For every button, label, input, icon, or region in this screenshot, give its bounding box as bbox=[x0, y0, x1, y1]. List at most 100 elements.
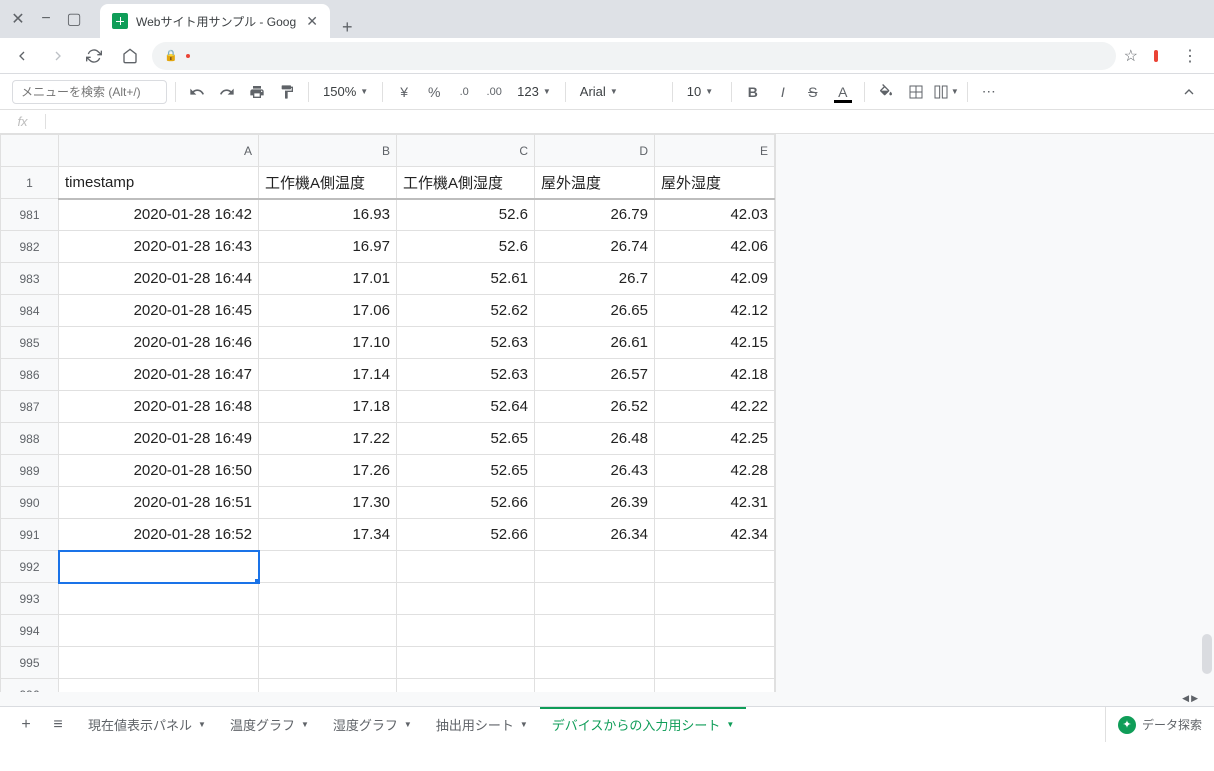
merge-cells-button[interactable]: ▼ bbox=[933, 79, 959, 105]
empty-cell[interactable] bbox=[535, 551, 655, 583]
number-format-dropdown[interactable]: 123▼ bbox=[511, 84, 557, 99]
data-cell[interactable]: 26.7 bbox=[535, 263, 655, 295]
select-all-cell[interactable] bbox=[1, 135, 59, 167]
empty-cell[interactable] bbox=[59, 583, 259, 615]
bold-button[interactable]: B bbox=[740, 79, 766, 105]
window-close-icon[interactable]: ✕ bbox=[12, 13, 24, 25]
data-cell[interactable]: 2020-01-28 16:43 bbox=[59, 231, 259, 263]
data-cell[interactable]: 52.65 bbox=[397, 423, 535, 455]
data-cell[interactable]: 17.22 bbox=[259, 423, 397, 455]
data-cell[interactable]: 26.61 bbox=[535, 327, 655, 359]
column-header[interactable]: B bbox=[259, 135, 397, 167]
data-cell[interactable]: 52.6 bbox=[397, 231, 535, 263]
back-button[interactable] bbox=[8, 42, 36, 70]
redo-button[interactable] bbox=[214, 79, 240, 105]
row-header[interactable]: 989 bbox=[1, 455, 59, 487]
paint-format-button[interactable] bbox=[274, 79, 300, 105]
font-size-dropdown[interactable]: 10▼ bbox=[681, 84, 723, 99]
currency-yen-button[interactable]: ¥ bbox=[391, 79, 417, 105]
reload-button[interactable] bbox=[80, 42, 108, 70]
data-cell[interactable]: 2020-01-28 16:46 bbox=[59, 327, 259, 359]
data-cell[interactable]: 42.09 bbox=[655, 263, 775, 295]
more-toolbar-button[interactable]: ⋯ bbox=[976, 79, 1002, 105]
data-cell[interactable]: 52.66 bbox=[397, 487, 535, 519]
data-cell[interactable]: 52.62 bbox=[397, 295, 535, 327]
data-cell[interactable]: 52.63 bbox=[397, 359, 535, 391]
empty-cell[interactable] bbox=[655, 647, 775, 679]
all-sheets-button[interactable]: ≡ bbox=[44, 711, 72, 739]
row-header[interactable]: 981 bbox=[1, 199, 59, 231]
italic-button[interactable]: I bbox=[770, 79, 796, 105]
data-cell[interactable]: 2020-01-28 16:45 bbox=[59, 295, 259, 327]
data-cell[interactable]: 17.26 bbox=[259, 455, 397, 487]
notification-indicator-icon[interactable] bbox=[1154, 50, 1158, 62]
increase-decimal-button[interactable]: .00 bbox=[481, 79, 507, 105]
zoom-dropdown[interactable]: 150%▼ bbox=[317, 84, 374, 99]
data-cell[interactable]: 2020-01-28 16:44 bbox=[59, 263, 259, 295]
data-cell[interactable]: 17.18 bbox=[259, 391, 397, 423]
data-cell[interactable]: 42.03 bbox=[655, 199, 775, 231]
row-header[interactable]: 995 bbox=[1, 647, 59, 679]
font-family-dropdown[interactable]: Arial▼ bbox=[574, 84, 664, 99]
header-cell[interactable]: 工作機A側温度 bbox=[259, 167, 397, 199]
add-sheet-button[interactable]: + bbox=[12, 711, 40, 739]
empty-cell[interactable] bbox=[259, 647, 397, 679]
empty-cell[interactable] bbox=[397, 551, 535, 583]
header-cell[interactable]: 工作機A側湿度 bbox=[397, 167, 535, 199]
explore-button[interactable]: ✦ データ探索 bbox=[1105, 707, 1202, 742]
data-cell[interactable]: 2020-01-28 16:49 bbox=[59, 423, 259, 455]
data-cell[interactable]: 42.06 bbox=[655, 231, 775, 263]
new-tab-button[interactable]: + bbox=[330, 17, 365, 38]
sheet-tab[interactable]: 現在値表示パネル▼ bbox=[76, 707, 218, 743]
percent-button[interactable]: % bbox=[421, 79, 447, 105]
row-header[interactable]: 985 bbox=[1, 327, 59, 359]
print-button[interactable] bbox=[244, 79, 270, 105]
data-cell[interactable]: 26.34 bbox=[535, 519, 655, 551]
empty-cell[interactable] bbox=[259, 615, 397, 647]
data-cell[interactable]: 26.43 bbox=[535, 455, 655, 487]
home-button[interactable] bbox=[116, 42, 144, 70]
empty-cell[interactable] bbox=[259, 551, 397, 583]
empty-cell[interactable] bbox=[59, 551, 259, 583]
empty-cell[interactable] bbox=[535, 647, 655, 679]
column-header[interactable]: C bbox=[397, 135, 535, 167]
empty-cell[interactable] bbox=[59, 647, 259, 679]
fill-color-button[interactable] bbox=[873, 79, 899, 105]
empty-cell[interactable] bbox=[259, 583, 397, 615]
data-cell[interactable]: 17.10 bbox=[259, 327, 397, 359]
data-cell[interactable]: 2020-01-28 16:50 bbox=[59, 455, 259, 487]
browser-menu-icon[interactable]: ⋮ bbox=[1174, 46, 1206, 66]
row-header[interactable]: 991 bbox=[1, 519, 59, 551]
empty-cell[interactable] bbox=[655, 583, 775, 615]
menu-search-input[interactable] bbox=[12, 80, 167, 104]
row-header[interactable]: 992 bbox=[1, 551, 59, 583]
data-cell[interactable]: 2020-01-28 16:47 bbox=[59, 359, 259, 391]
data-cell[interactable]: 42.22 bbox=[655, 391, 775, 423]
row-header[interactable]: 984 bbox=[1, 295, 59, 327]
data-cell[interactable]: 17.01 bbox=[259, 263, 397, 295]
data-cell[interactable]: 17.30 bbox=[259, 487, 397, 519]
sheet-tab[interactable]: 温度グラフ▼ bbox=[218, 707, 321, 743]
data-cell[interactable]: 17.06 bbox=[259, 295, 397, 327]
empty-cell[interactable] bbox=[397, 615, 535, 647]
data-cell[interactable]: 17.34 bbox=[259, 519, 397, 551]
data-cell[interactable]: 42.12 bbox=[655, 295, 775, 327]
data-cell[interactable]: 2020-01-28 16:51 bbox=[59, 487, 259, 519]
data-cell[interactable]: 42.28 bbox=[655, 455, 775, 487]
header-cell[interactable]: 屋外湿度 bbox=[655, 167, 775, 199]
row-header[interactable]: 993 bbox=[1, 583, 59, 615]
data-cell[interactable]: 26.52 bbox=[535, 391, 655, 423]
horizontal-scrollbar[interactable] bbox=[0, 692, 1200, 706]
row-header[interactable]: 983 bbox=[1, 263, 59, 295]
column-header[interactable]: D bbox=[535, 135, 655, 167]
data-cell[interactable]: 52.63 bbox=[397, 327, 535, 359]
empty-cell[interactable] bbox=[59, 615, 259, 647]
undo-button[interactable] bbox=[184, 79, 210, 105]
tab-close-icon[interactable]: ✕ bbox=[306, 13, 318, 30]
data-cell[interactable]: 42.15 bbox=[655, 327, 775, 359]
header-cell[interactable]: 屋外温度 bbox=[535, 167, 655, 199]
empty-cell[interactable] bbox=[535, 583, 655, 615]
row-header[interactable]: 986 bbox=[1, 359, 59, 391]
bookmark-star-icon[interactable]: ☆ bbox=[1124, 46, 1138, 66]
browser-tab[interactable]: Webサイト用サンプル - Goog ✕ bbox=[100, 4, 330, 38]
